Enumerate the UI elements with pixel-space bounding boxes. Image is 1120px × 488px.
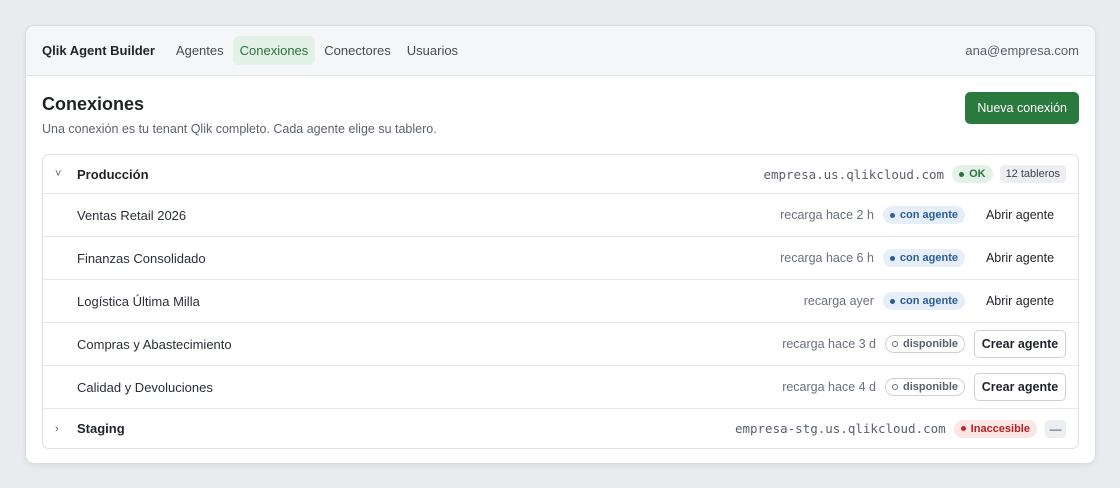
connection-host: empresa.us.qlikcloud.com	[763, 166, 945, 182]
connections-list: ˅ Producción empresa.us.qlikcloud.com OK…	[42, 154, 1079, 449]
connection-name: Producción	[77, 166, 149, 182]
open-agent-button[interactable]: Abrir agente	[974, 201, 1066, 229]
nav-agentes[interactable]: Agentes	[169, 36, 231, 65]
open-agent-button[interactable]: Abrir agente	[974, 244, 1066, 272]
page-subtitle: Una conexión es tu tenant Qlik completo.…	[42, 122, 437, 136]
nav-conectores[interactable]: Conectores	[317, 36, 397, 65]
app-row: Calidad y Devoluciones recarga hace 4 d …	[43, 366, 1078, 409]
app-window: Qlik Agent Builder Agentes Conexiones Co…	[25, 25, 1096, 464]
status-ring-icon	[892, 341, 898, 347]
agent-status-badge: con agente	[882, 206, 965, 224]
app-name: Compras y Abastecimiento	[77, 336, 232, 352]
agent-status-label: con agente	[899, 295, 958, 307]
chevron-down-icon[interactable]: ˅	[55, 168, 77, 180]
reload-time: recarga hace 2 h	[780, 208, 874, 222]
app-name: Finanzas Consolidado	[77, 250, 206, 266]
status-badge: Inaccesible	[953, 419, 1037, 438]
status-badge-label: OK	[969, 168, 986, 180]
app-title: Qlik Agent Builder	[42, 43, 155, 58]
status-ring-icon	[892, 384, 898, 390]
top-navigation-bar: Qlik Agent Builder Agentes Conexiones Co…	[26, 26, 1095, 76]
agent-status-label: con agente	[899, 252, 958, 264]
available-status-badge: disponible	[885, 335, 965, 353]
reload-time: recarga hace 6 h	[780, 251, 874, 265]
connection-row-staging[interactable]: › Staging empresa-stg.us.qlikcloud.com I…	[43, 409, 1078, 448]
user-email[interactable]: ana@empresa.com	[965, 43, 1079, 58]
nav-usuarios[interactable]: Usuarios	[400, 36, 465, 65]
app-count-badge: 12 tableros	[999, 165, 1066, 183]
page-header: Conexiones Una conexión es tu tenant Qli…	[26, 76, 1095, 154]
connection-row-produccion[interactable]: ˅ Producción empresa.us.qlikcloud.com OK…	[43, 155, 1078, 194]
agent-status-badge: con agente	[882, 292, 965, 310]
status-dot-icon	[889, 212, 895, 218]
page-title: Conexiones	[42, 94, 145, 114]
new-connection-button[interactable]: Nueva conexión	[965, 92, 1079, 124]
status-dot-icon	[960, 426, 966, 431]
app-name: Logística Última Milla	[77, 293, 200, 309]
agent-status-label: disponible	[903, 338, 958, 350]
open-agent-button[interactable]: Abrir agente	[974, 287, 1066, 315]
chevron-right-icon[interactable]: ›	[55, 423, 77, 435]
app-name: Calidad y Devoluciones	[77, 379, 213, 395]
app-row: Finanzas Consolidado recarga hace 6 h co…	[43, 237, 1078, 280]
reload-time: recarga ayer	[803, 294, 874, 308]
app-count-badge: —	[1045, 419, 1066, 438]
app-row: Logística Última Milla recarga ayer con …	[43, 280, 1078, 323]
status-dot-icon	[889, 255, 895, 261]
create-agent-button[interactable]: Crear agente	[974, 373, 1066, 401]
agent-status-label: disponible	[903, 381, 958, 393]
reload-time: recarga hace 4 d	[782, 380, 876, 394]
app-name: Ventas Retail 2026	[77, 207, 187, 223]
connection-host: empresa-stg.us.qlikcloud.com	[734, 421, 946, 436]
agent-status-label: con agente	[899, 209, 958, 221]
app-row: Ventas Retail 2026 recarga hace 2 h con …	[43, 194, 1078, 237]
status-dot-icon	[959, 171, 965, 177]
status-badge-label: Inaccesible	[970, 422, 1030, 435]
agent-status-badge: con agente	[882, 249, 965, 267]
status-dot-icon	[889, 298, 895, 304]
main-nav: Agentes Conexiones Conectores Usuarios	[169, 36, 465, 65]
app-row: Compras y Abastecimiento recarga hace 3 …	[43, 323, 1078, 366]
connection-name: Staging	[77, 421, 125, 436]
reload-time: recarga hace 3 d	[782, 337, 876, 351]
create-agent-button[interactable]: Crear agente	[974, 330, 1066, 358]
available-status-badge: disponible	[885, 378, 965, 396]
nav-conexiones[interactable]: Conexiones	[232, 36, 316, 65]
status-badge: OK	[952, 165, 993, 183]
